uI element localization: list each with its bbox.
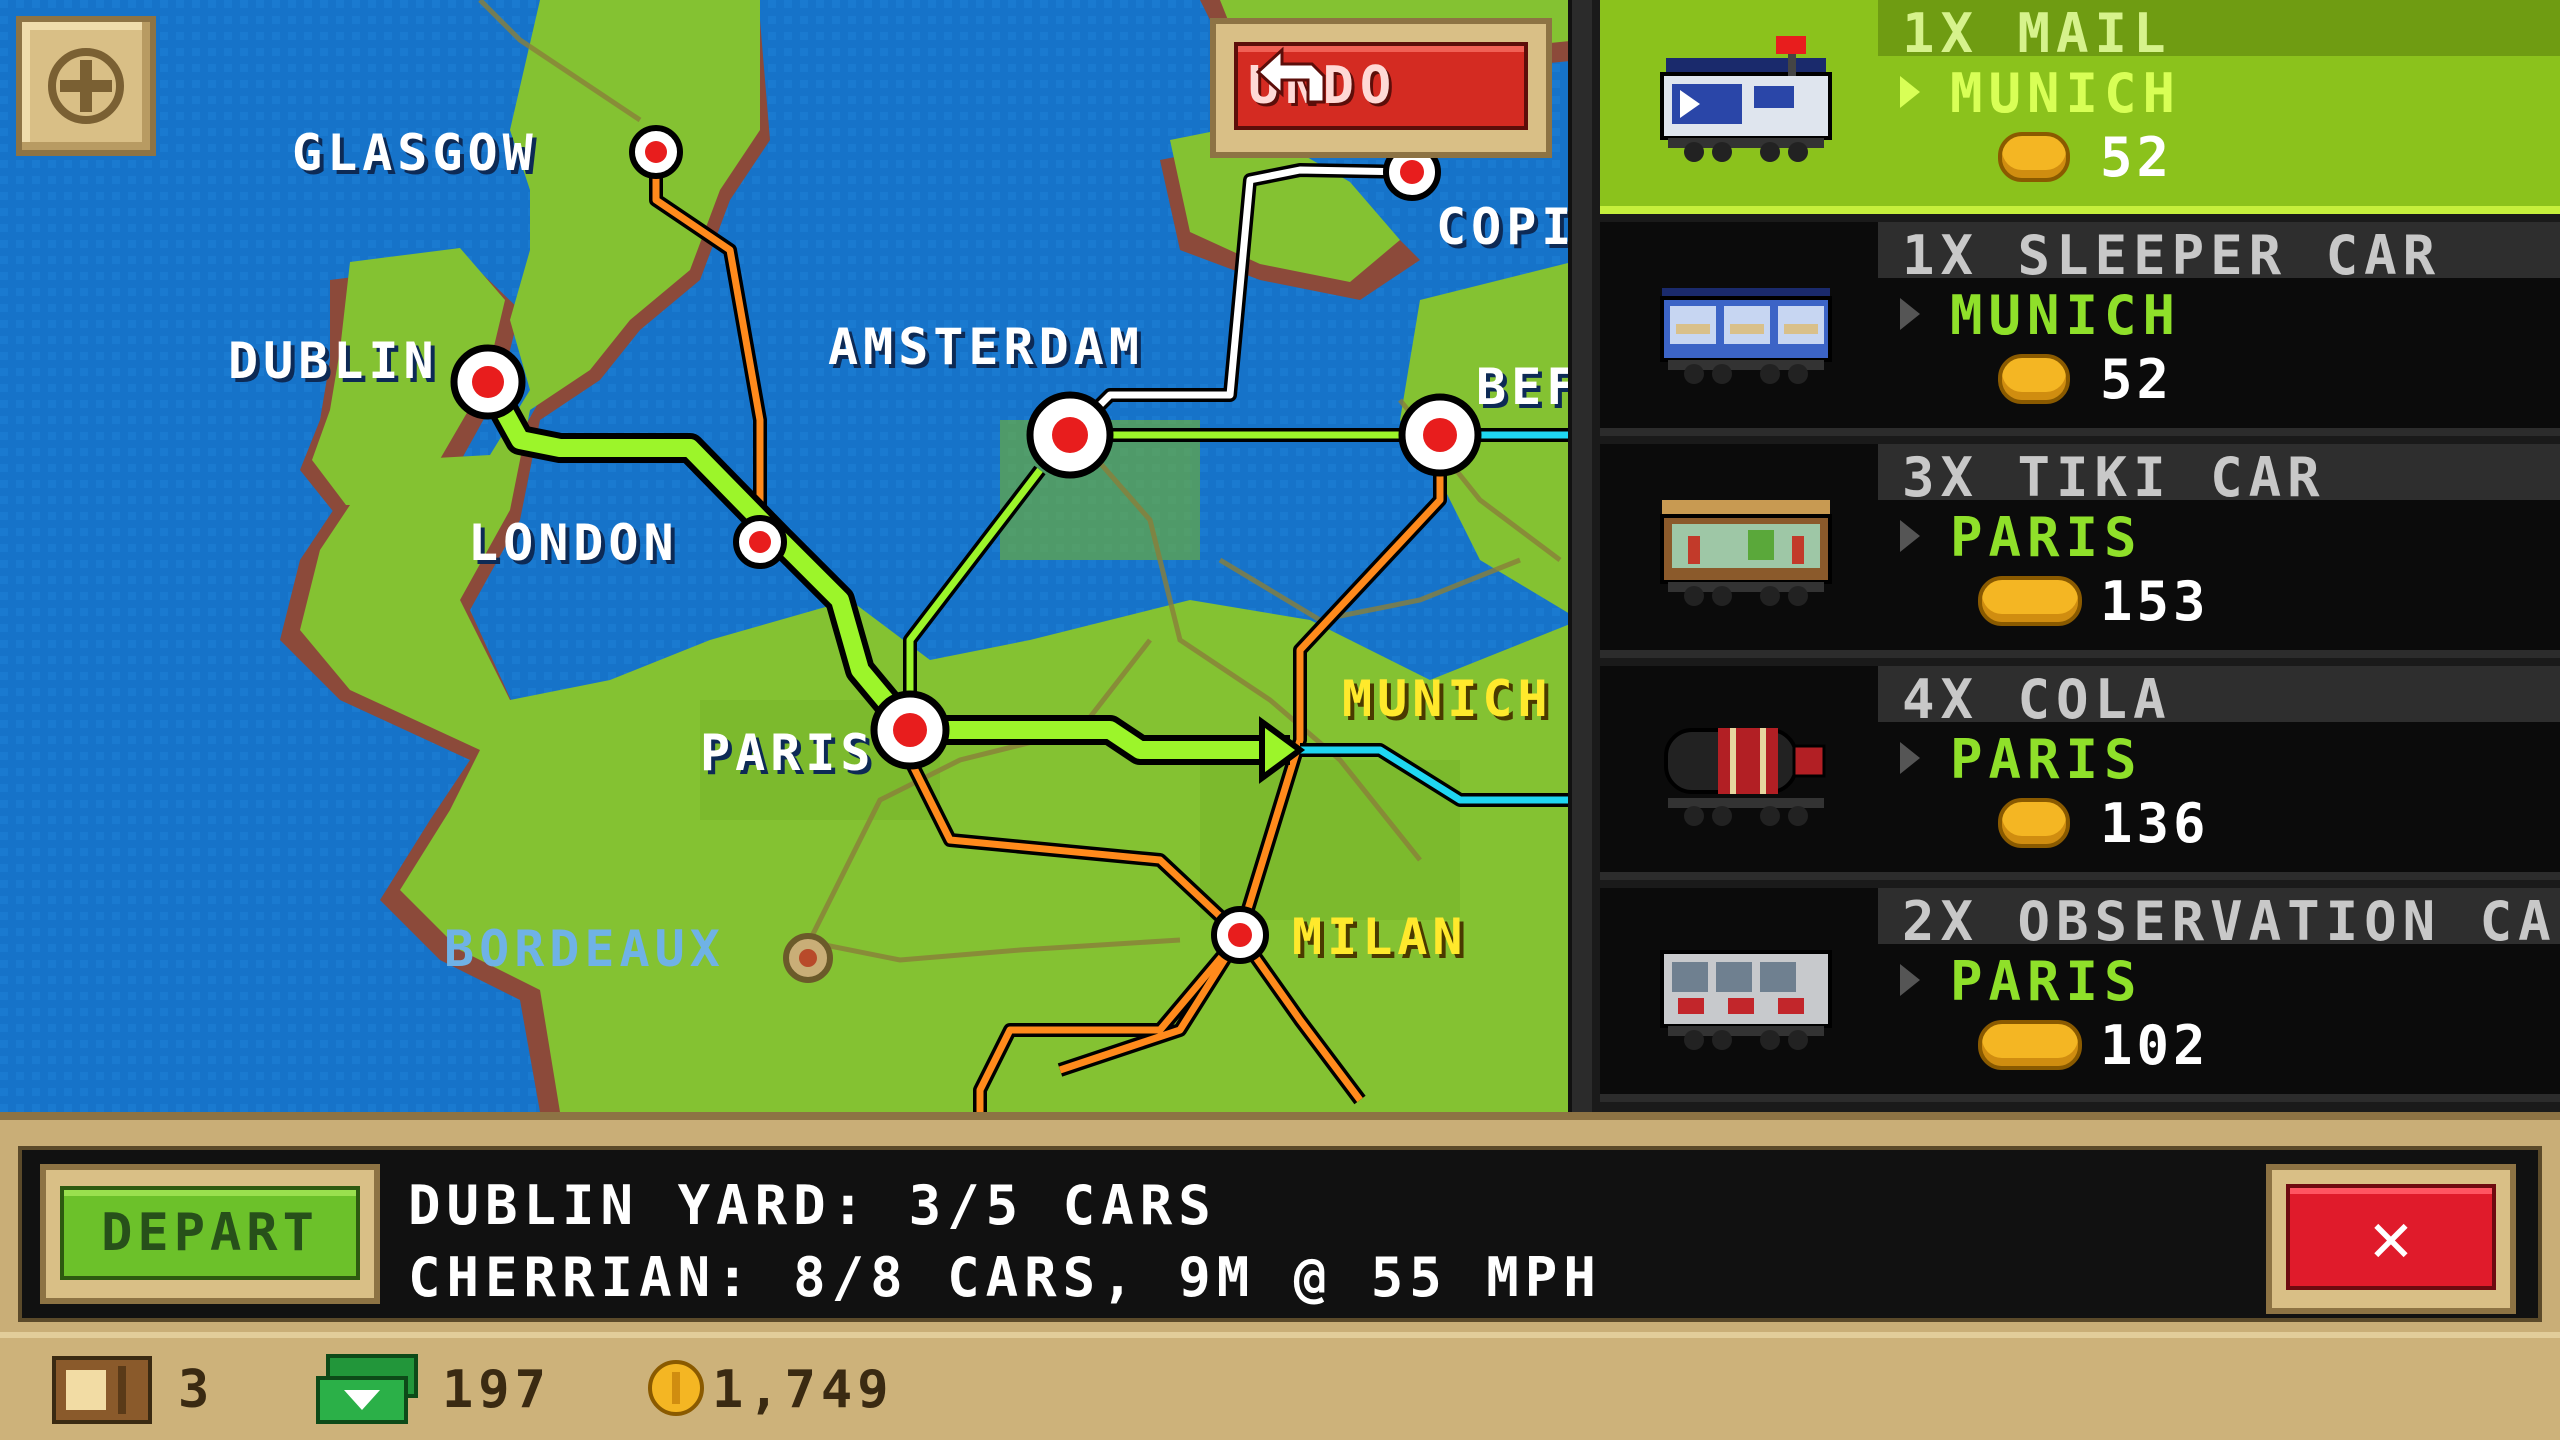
car-name: 3X TIKI CAR <box>1902 446 2326 509</box>
coin-icon <box>1998 354 2070 404</box>
mail-car-icon <box>1660 36 1832 162</box>
coin-icon <box>1998 132 2070 182</box>
depart-button[interactable]: DEPART <box>40 1164 380 1304</box>
city-label-dublin: DUBLIN <box>228 332 439 390</box>
car-list-item[interactable]: 4X COLA PARIS 136 <box>1600 666 2560 880</box>
destination-arrow-icon <box>1900 520 1920 552</box>
close-icon: ✕ <box>2369 1196 2413 1278</box>
city-label-berlin: BEF <box>1476 358 1580 416</box>
city-label-london: LONDON <box>468 514 679 572</box>
car-destination: PARIS <box>1950 728 2143 791</box>
city-label-milan: MILAN <box>1292 908 1468 966</box>
car-destination: PARIS <box>1950 950 2143 1013</box>
car-destination: PARIS <box>1950 506 2143 569</box>
car-name: 2X OBSERVATION CA <box>1902 890 2557 953</box>
destination-arrow-icon <box>1900 76 1920 108</box>
city-label-paris: PARIS <box>700 724 876 782</box>
city-label-amsterdam: AMSTERDAM <box>828 318 1144 376</box>
world-map[interactable]: GLASGOW DUBLIN AMSTERDAM LONDON PARIS MU… <box>0 0 1580 1112</box>
panel-divider <box>1568 0 1592 1112</box>
car-list-panel[interactable]: 1X MAIL MUNICH 52 1X SLEEPER CAR MUNICH … <box>1592 0 2560 1112</box>
undo-button[interactable]: UNDO <box>1210 18 1552 158</box>
car-list-item[interactable]: 1X SLEEPER CAR MUNICH 52 <box>1600 222 2560 436</box>
car-price: 102 <box>2100 1014 2210 1077</box>
coin-count: 1,749 <box>712 1360 894 1420</box>
tiki-car-icon <box>1660 500 1832 606</box>
crate-count: 3 <box>178 1360 215 1420</box>
undo-arrow-icon <box>1255 46 1326 104</box>
car-price: 153 <box>2100 570 2210 633</box>
bux-icon <box>316 1354 418 1424</box>
city-label-bordeaux: BORDEAUX <box>444 920 725 978</box>
car-list-item[interactable]: 2X OBSERVATION CA PARIS 102 <box>1600 888 2560 1102</box>
car-price: 52 <box>2100 126 2174 189</box>
bux-count: 197 <box>442 1360 551 1420</box>
car-list-item[interactable]: 1X MAIL MUNICH 52 <box>1600 0 2560 214</box>
car-price: 136 <box>2100 792 2210 855</box>
car-destination: MUNICH <box>1950 284 2182 347</box>
city-label-munich: MUNICH <box>1342 670 1553 728</box>
destination-arrow-icon <box>1900 964 1920 996</box>
car-name: 1X MAIL <box>1902 2 2172 65</box>
car-destination: MUNICH <box>1950 62 2182 125</box>
car-name: 1X SLEEPER CAR <box>1902 224 2442 287</box>
crate-icon <box>52 1356 152 1424</box>
yard-status: DUBLIN YARD: 3/5 CARS <box>408 1174 1217 1237</box>
coin-icon <box>648 1360 704 1416</box>
train-info-bar: DEPART DUBLIN YARD: 3/5 CARS CHERRIAN: 8… <box>0 1112 2560 1332</box>
city-label-copenhagen: COPI <box>1436 198 1577 256</box>
destination-arrow-icon <box>1900 742 1920 774</box>
depart-label: DEPART <box>101 1203 319 1263</box>
currency-status-bar: 3 197 1,749 <box>0 1332 2560 1440</box>
train-info-panel: DEPART DUBLIN YARD: 3/5 CARS CHERRIAN: 8… <box>18 1146 2542 1322</box>
car-list-item[interactable]: 3X TIKI CAR PARIS 153 <box>1600 444 2560 658</box>
car-name: 4X COLA <box>1902 668 2172 731</box>
observation-car-icon <box>1660 950 1832 1050</box>
coin-icon <box>1978 576 2082 626</box>
city-label-glasgow: GLASGOW <box>292 124 538 182</box>
close-button[interactable]: ✕ <box>2266 1164 2516 1314</box>
car-price: 52 <box>2100 348 2174 411</box>
cola-car-icon <box>1664 728 1826 826</box>
destination-arrow-icon <box>1900 298 1920 330</box>
coin-icon <box>1998 798 2070 848</box>
train-status: CHERRIAN: 8/8 CARS, 9M @ 55 MPH <box>408 1246 1602 1309</box>
coin-icon <box>1978 1020 2082 1070</box>
sleeper-car-icon <box>1660 288 1832 384</box>
zoom-in-button[interactable] <box>16 16 156 156</box>
